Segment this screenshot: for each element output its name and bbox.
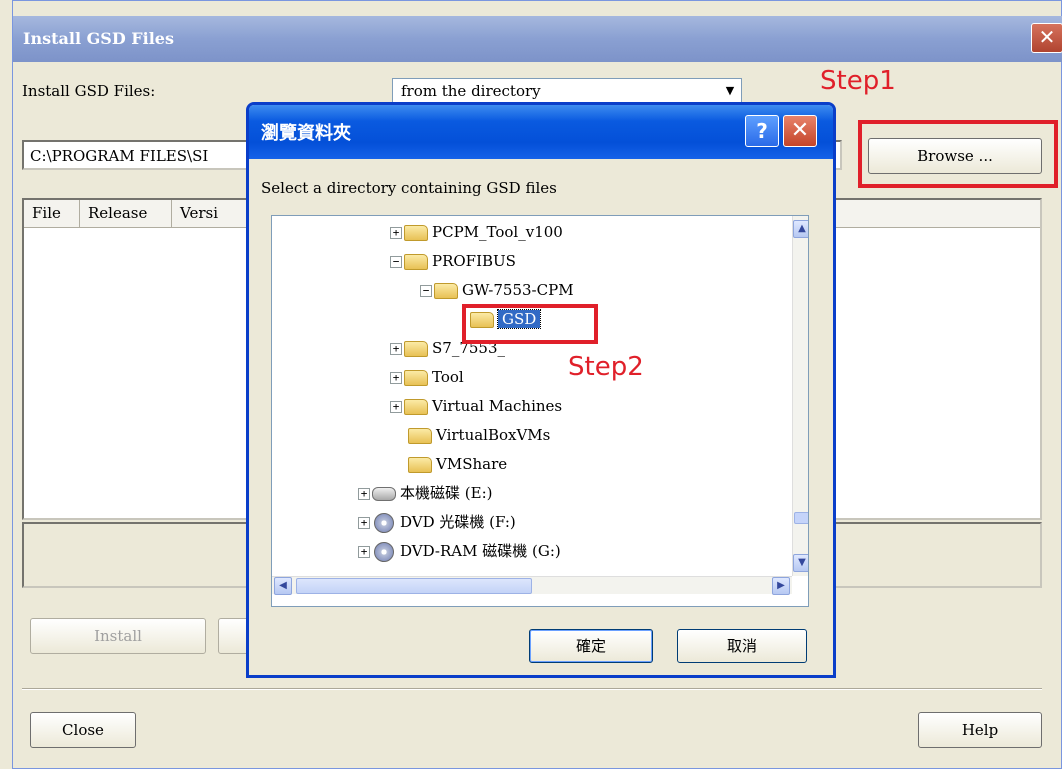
scroll-up-icon[interactable]: ▲ [793, 220, 808, 238]
tree-item-label: PCPM_Tool_v100 [432, 223, 563, 241]
horizontal-scroll-thumb[interactable] [296, 578, 532, 594]
expand-icon[interactable]: + [358, 517, 370, 529]
vertical-scrollbar[interactable]: ▲ ▼ [792, 216, 808, 576]
folder-open-icon [404, 254, 428, 270]
tree-item[interactable]: − PROFIBUS [272, 247, 792, 276]
tree-item[interactable]: + PCPM_Tool_v100 [272, 218, 792, 247]
tree-item-label: Tool [432, 368, 464, 386]
scroll-down-icon[interactable]: ▼ [793, 554, 808, 572]
folder-icon [408, 428, 432, 444]
horizontal-scrollbar[interactable]: ◀ ▶ [272, 576, 792, 595]
chevron-down-icon[interactable]: ▼ [720, 80, 740, 102]
step1-highlight [858, 120, 1058, 188]
close-button[interactable]: Close [30, 712, 136, 748]
tree-item[interactable]: − GW-7553-CPM [272, 276, 792, 305]
tree-item-label: Virtual Machines [432, 397, 563, 415]
folder-icon [408, 457, 432, 473]
tree-item[interactable]: + DVD 光碟機 (F:) [272, 508, 792, 537]
expand-icon[interactable]: + [358, 488, 370, 500]
window-title: Install GSD Files [13, 16, 1062, 62]
expand-icon[interactable]: + [390, 401, 402, 413]
scroll-left-icon[interactable]: ◀ [274, 577, 292, 595]
tree-item-label: PROFIBUS [432, 252, 516, 270]
collapse-icon[interactable]: − [390, 256, 402, 268]
column-header-release[interactable]: Release [80, 200, 172, 228]
window-close-button[interactable]: ✕ [1031, 23, 1062, 53]
step2-annotation: Step2 [568, 352, 644, 382]
cancel-button[interactable]: 取消 [677, 629, 807, 663]
tree-item-label: VirtualBoxVMs [436, 426, 551, 444]
expand-icon[interactable]: + [390, 343, 402, 355]
dialog-instruction: Select a directory containing GSD files [261, 179, 557, 197]
tree-item-label: DVD-RAM 磁碟機 (G:) [400, 542, 561, 560]
folder-icon [404, 399, 428, 415]
tree-item[interactable]: + DVD-RAM 磁碟機 (G:) [272, 537, 792, 566]
tree-item-label: 本機磁碟 (E:) [400, 484, 493, 502]
hard-drive-icon [372, 487, 396, 501]
source-dropdown[interactable]: from the directory [392, 78, 742, 104]
collapse-icon[interactable]: − [420, 285, 432, 297]
column-header-file[interactable]: File [24, 200, 80, 228]
dvd-drive-icon [374, 513, 394, 533]
tree-item[interactable]: VMShare [272, 450, 792, 479]
expand-icon[interactable]: + [390, 227, 402, 239]
tree-item[interactable]: + Tool [272, 363, 792, 392]
step2-highlight [462, 304, 598, 344]
folder-icon [404, 225, 428, 241]
vertical-scroll-thumb[interactable] [794, 512, 808, 524]
folder-icon [404, 341, 428, 357]
tree-item-label: VMShare [436, 455, 508, 473]
folder-open-icon [434, 283, 458, 299]
tree-item[interactable]: + 本機磁碟 (E:) [272, 479, 792, 508]
ok-button[interactable]: 確定 [529, 629, 653, 663]
help-icon[interactable]: ? [745, 115, 779, 147]
browse-folder-dialog: 瀏覽資料夾 ? ✕ Select a directory containing … [246, 102, 836, 678]
close-icon[interactable]: ✕ [783, 115, 817, 147]
folder-tree[interactable]: + PCPM_Tool_v100 − PROFIBUS − GW-7553-CPM G… [271, 215, 809, 607]
install-gsd-label: Install GSD Files: [22, 82, 156, 100]
tree-rows: + PCPM_Tool_v100 − PROFIBUS − GW-7553-CPM G… [272, 218, 792, 566]
help-button[interactable]: Help [918, 712, 1042, 748]
dvd-ram-drive-icon [374, 542, 394, 562]
step1-annotation: Step1 [820, 66, 896, 96]
expand-icon[interactable]: + [358, 546, 370, 558]
install-button[interactable]: Install [30, 618, 206, 654]
expand-icon[interactable]: + [390, 372, 402, 384]
scroll-right-icon[interactable]: ▶ [772, 577, 790, 595]
tree-item[interactable]: VirtualBoxVMs [272, 421, 792, 450]
tree-item-label: DVD 光碟機 (F:) [400, 513, 516, 531]
divider [22, 688, 1042, 690]
tree-item-label: GW-7553-CPM [462, 281, 574, 299]
folder-icon [404, 370, 428, 386]
tree-item[interactable]: + Virtual Machines [272, 392, 792, 421]
